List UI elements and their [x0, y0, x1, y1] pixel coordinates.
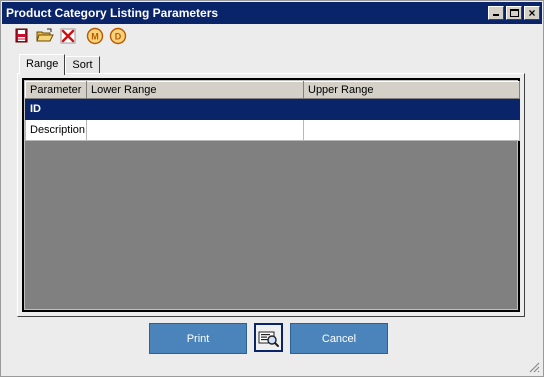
tab-strip: Range Sort [19, 54, 100, 75]
column-header-upper-range[interactable]: Upper Range [303, 81, 520, 99]
parameter-cell[interactable]: ID [25, 98, 87, 120]
close-button[interactable]: × [524, 6, 540, 20]
upper-range-cell[interactable] [303, 98, 520, 120]
maximize-icon [510, 9, 519, 17]
upper-range-cell[interactable] [303, 119, 520, 141]
m-icon-letter: M [91, 32, 99, 42]
window-title: Product Category Listing Parameters [6, 6, 219, 20]
save-button[interactable] [13, 27, 31, 45]
print-preview-button[interactable] [254, 323, 283, 352]
minimize-icon [493, 14, 499, 16]
window-controls: × [488, 6, 540, 20]
cancel-button[interactable]: Cancel [290, 323, 388, 354]
tab-range[interactable]: Range [19, 54, 66, 75]
dialog-window: Product Category Listing Parameters × M … [0, 0, 544, 377]
delete-icon [60, 28, 76, 44]
d-button[interactable]: D [109, 27, 127, 45]
d-icon-letter: D [115, 32, 122, 42]
open-button[interactable] [36, 27, 54, 45]
column-header-parameter[interactable]: Parameter [25, 81, 87, 99]
open-folder-icon [36, 28, 54, 42]
parameter-table: Parameter Lower Range Upper Range ID Des [25, 81, 520, 141]
maximize-button[interactable] [506, 6, 522, 20]
save-icon [15, 28, 28, 43]
lower-range-cell[interactable] [86, 98, 304, 120]
m-button[interactable]: M [86, 27, 104, 45]
resize-grip-icon[interactable] [528, 361, 540, 373]
toolbar: M D [13, 27, 132, 45]
parameter-grid[interactable]: Parameter Lower Range Upper Range ID Des [22, 78, 520, 312]
delete-button[interactable] [59, 27, 77, 45]
parameter-cell[interactable]: Description [25, 119, 87, 141]
lower-range-cell[interactable] [86, 119, 304, 141]
column-header-lower-range[interactable]: Lower Range [86, 81, 304, 99]
m-icon: M [86, 27, 104, 45]
tab-sort[interactable]: Sort [65, 56, 100, 74]
range-tab-panel: Parameter Lower Range Upper Range ID Des [17, 73, 525, 317]
d-icon: D [109, 27, 127, 45]
grid-header-row: Parameter Lower Range Upper Range [25, 81, 520, 99]
minimize-button[interactable] [488, 6, 504, 20]
print-button[interactable]: Print [149, 323, 247, 354]
table-row[interactable]: Description [25, 119, 520, 141]
close-icon: × [528, 6, 536, 20]
title-bar[interactable]: Product Category Listing Parameters × [2, 2, 542, 24]
table-row[interactable]: ID [25, 98, 520, 120]
print-preview-icon [258, 331, 279, 347]
